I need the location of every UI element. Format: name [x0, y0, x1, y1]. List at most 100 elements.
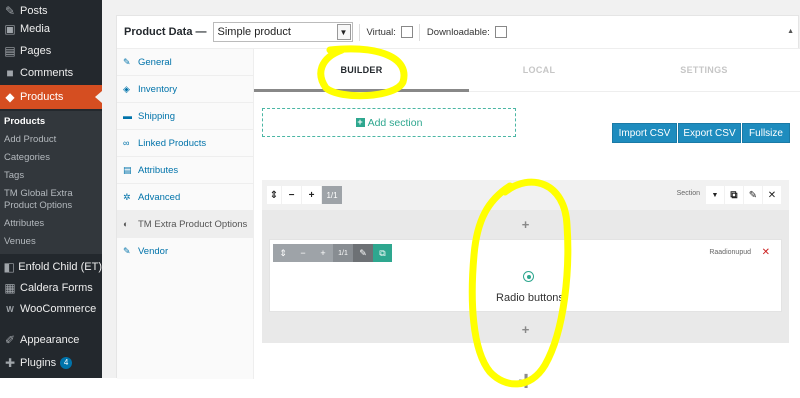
tab-builder[interactable]: BUILDER — [254, 49, 469, 90]
section-label: Section — [676, 190, 700, 197]
fullsize-button[interactable]: Fullsize — [742, 123, 790, 143]
decrease-size-button[interactable]: − — [282, 186, 301, 204]
tab-advanced-label: Advanced — [138, 191, 181, 203]
wrench-icon: ✎ — [123, 246, 131, 256]
submenu-categories[interactable]: Categories — [4, 152, 50, 164]
import-csv-button[interactable]: Import CSV — [612, 123, 677, 143]
menu-item-pages[interactable]: ▤ Pages — [0, 40, 102, 62]
remove-field-icon[interactable]: ✕ — [762, 247, 770, 258]
add-section-plus-icon[interactable]: + — [512, 365, 540, 396]
tab-linked-products-label: Linked Products — [138, 137, 207, 149]
tab-shipping[interactable]: ▬ Shipping — [117, 103, 254, 130]
tab-tm-extra-product-options[interactable]: ◐ TM Extra Product Options — [117, 211, 254, 238]
radio-buttons-field: ⇕ − + 1/1 ✎ ⧉ Raadionupud ✕ Radio button… — [269, 239, 782, 312]
add-element-bottom-button[interactable]: + — [262, 317, 789, 341]
forms-icon: ▦ — [4, 281, 16, 295]
collapse-toggle-icon[interactable]: ▲ — [787, 28, 794, 35]
products-icon: ◆ — [5, 90, 15, 104]
field-type-label: Radio buttons — [496, 292, 564, 304]
increase-size-button[interactable]: + — [302, 186, 321, 204]
products-submenu: Products Add Product Categories Tags TM … — [0, 111, 102, 254]
tab-attributes-label: Attributes — [138, 164, 179, 176]
admin-sidebar: ✎ Posts ▣ Media ▤ Pages ■ Comments ◆ Pro… — [0, 0, 102, 378]
header-divider — [358, 23, 360, 41]
menu-label-appearance: Appearance — [20, 334, 80, 346]
virtual-label: Virtual: — [366, 26, 396, 38]
radio-button-icon — [523, 271, 534, 282]
plus-icon: + — [355, 117, 365, 127]
submenu-venues[interactable]: Venues — [4, 236, 36, 248]
tab-vendor[interactable]: ✎ Vendor — [117, 238, 254, 265]
section-dropdown-icon[interactable]: ▼ — [706, 186, 724, 204]
field-internal-name: Raadionupud — [709, 249, 751, 256]
tm-builder-panel: BUILDER LOCAL SETTINGS + Add section Imp… — [254, 49, 800, 396]
theme-icon: ◧ — [3, 260, 15, 274]
submenu-product-options[interactable]: Product Options — [4, 200, 72, 212]
tab-advanced[interactable]: ✲ Advanced — [117, 184, 254, 211]
tab-vendor-label: Vendor — [138, 246, 169, 257]
downloadable-checkbox[interactable] — [494, 26, 507, 38]
increase-field-size-button[interactable]: + — [313, 244, 333, 262]
tab-attributes[interactable]: ▤ Attributes — [117, 157, 254, 184]
edit-field-icon[interactable]: ✎ — [353, 244, 373, 262]
main-content: Product Data — Simple product ▼ Virtual:… — [102, 0, 800, 396]
tab-linked-products[interactable]: ∞ Linked Products — [117, 130, 254, 157]
submenu-attributes[interactable]: Attributes — [4, 218, 44, 230]
chevron-down-icon: ▼ — [336, 24, 351, 40]
menu-item-media[interactable]: ▣ Media — [0, 18, 102, 40]
tab-local[interactable]: LOCAL — [469, 49, 609, 90]
submenu-products[interactable]: Products — [4, 116, 45, 128]
downloadable-label: Downloadable: — [426, 26, 490, 38]
menu-label-woocommerce: WooCommerce — [20, 303, 97, 315]
section-toolbar: ⇕ − + 1/1 Section ▼ ⧉ ✎ ✕ — [262, 180, 789, 210]
export-csv-button[interactable]: Export CSV — [678, 123, 741, 143]
edit-section-icon[interactable]: ✎ — [744, 186, 762, 204]
submenu-add-product[interactable]: Add Product — [4, 134, 56, 146]
menu-label-plugins: Plugins — [20, 357, 57, 369]
tab-settings[interactable]: SETTINGS — [634, 49, 774, 90]
submenu-tags[interactable]: Tags — [4, 170, 24, 182]
media-icon: ▣ — [4, 22, 16, 36]
clone-field-icon[interactable]: ⧉ — [373, 244, 392, 262]
decrease-field-size-button[interactable]: − — [293, 244, 313, 262]
menu-item-comments[interactable]: ■ Comments — [0, 62, 102, 84]
header-divider — [418, 23, 420, 41]
plugins-update-badge: 4 — [60, 357, 73, 369]
tab-inventory-label: Inventory — [138, 83, 178, 95]
virtual-checkbox[interactable] — [400, 26, 413, 38]
clone-section-icon[interactable]: ⧉ — [725, 186, 743, 204]
add-section-button[interactable]: + Add section — [262, 108, 516, 137]
builder-section: ⇕ − + 1/1 Section ▼ ⧉ ✎ ✕ + ⇕ − + 1/1 ✎ — [262, 180, 789, 343]
delete-section-icon[interactable]: ✕ — [763, 186, 781, 204]
product-type-select[interactable]: Simple product ▼ — [212, 22, 353, 42]
menu-item-enfold-child[interactable]: ◧ Enfold Child (ET) — [0, 256, 102, 278]
half-circle-icon: ◐ — [123, 219, 129, 229]
menu-item-products[interactable]: ◆ Products — [0, 85, 102, 109]
pages-icon: ▤ — [4, 44, 16, 58]
menu-item-caldera-forms[interactable]: ▦ Caldera Forms — [0, 277, 102, 299]
product-data-tabs: ✎ General ◈ Inventory ▬ Shipping ∞ Linke… — [117, 49, 254, 379]
menu-label-posts: Posts — [20, 5, 48, 17]
radio-dot — [526, 274, 531, 279]
add-element-top-button[interactable]: + — [262, 212, 789, 236]
tab-general[interactable]: ✎ General — [117, 49, 254, 76]
tab-general-label: General — [138, 56, 172, 68]
section-size-indicator: 1/1 — [322, 186, 342, 204]
gear-icon: ✲ — [123, 191, 131, 202]
move-field-icon[interactable]: ⇕ — [273, 244, 293, 262]
plugins-icon: ✚ — [4, 356, 16, 370]
link-icon: ∞ — [123, 138, 130, 148]
menu-label-caldera-forms: Caldera Forms — [20, 282, 93, 294]
product-data-metabox: Product Data — Simple product ▼ Virtual:… — [116, 15, 800, 396]
tab-inventory[interactable]: ◈ Inventory — [117, 76, 254, 103]
tab-tm-extra-product-options-label: TM Extra Product Options — [138, 218, 248, 230]
menu-item-woocommerce[interactable]: W WooCommerce — [0, 298, 102, 320]
menu-label-comments: Comments — [20, 67, 74, 79]
submenu-tm-global-extra[interactable]: TM Global Extra — [4, 188, 73, 200]
menu-item-appearance[interactable]: ✐ Appearance — [0, 329, 102, 351]
menu-item-plugins[interactable]: ✚ Plugins 4 — [0, 352, 102, 374]
menu-label-pages: Pages — [20, 45, 52, 57]
move-section-icon[interactable]: ⇕ — [267, 186, 281, 204]
woocommerce-icon: W — [6, 304, 14, 314]
menu-label-media: Media — [20, 23, 50, 35]
